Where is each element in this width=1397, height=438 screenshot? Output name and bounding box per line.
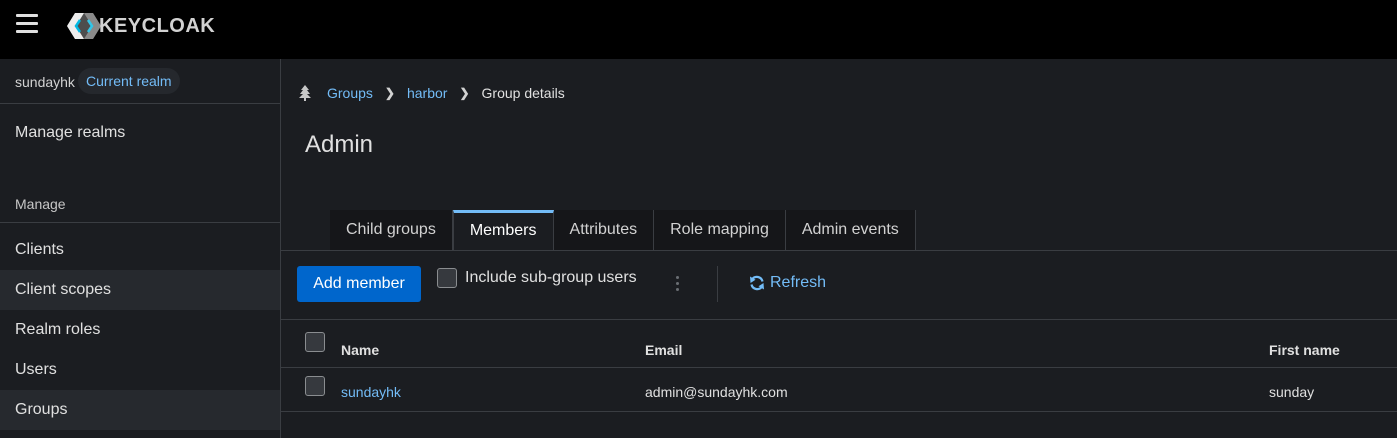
breadcrumb-link-groups[interactable]: Groups: [327, 85, 373, 101]
column-header-first-name[interactable]: First name: [1269, 342, 1340, 358]
realm-selector[interactable]: sundayhk Current realm: [0, 59, 280, 104]
sidebar-item-groups[interactable]: Groups: [0, 390, 280, 430]
sync-icon: [750, 275, 764, 291]
chevron-right-icon: ❯: [459, 86, 470, 100]
keycloak-logo[interactable]: KEYCLOAK: [66, 12, 215, 40]
member-first-name: sunday: [1269, 384, 1315, 400]
realm-name: sundayhk: [15, 74, 75, 90]
toolbar-divider: [717, 266, 718, 302]
select-all-checkbox[interactable]: [305, 332, 325, 352]
masthead: KEYCLOAK: [0, 0, 1397, 59]
logo-text: KEYCLOAK: [99, 14, 216, 37]
tab-admin-events[interactable]: Admin events: [785, 210, 916, 250]
refresh-button[interactable]: Refresh: [749, 274, 826, 292]
column-header-name[interactable]: Name: [341, 342, 379, 358]
page-title: Admin: [305, 131, 374, 158]
sidebar-item-realm-roles[interactable]: Realm roles: [0, 310, 280, 350]
tab-role-mapping[interactable]: Role mapping: [654, 210, 786, 250]
hamburger-icon[interactable]: [16, 14, 38, 33]
member-name-link[interactable]: sundayhk: [341, 384, 401, 400]
sidebar-section-manage: Manage: [15, 196, 66, 212]
sidebar-item-manage-realms[interactable]: Manage realms: [15, 124, 125, 142]
sidebar: sundayhk Current realm Manage realms Man…: [0, 59, 281, 438]
sidebar-item-users[interactable]: Users: [0, 350, 280, 390]
sidebar-divider: [0, 222, 280, 223]
chevron-right-icon: ❯: [384, 86, 395, 100]
refresh-label: Refresh: [770, 274, 827, 291]
sidebar-item-client-scopes[interactable]: Client scopes: [0, 270, 280, 310]
include-subgroup-label[interactable]: Include sub-group users: [465, 269, 637, 287]
kebab-icon[interactable]: [674, 276, 680, 294]
table-header: Name Email First name: [281, 320, 1397, 368]
row-checkbox[interactable]: [305, 376, 325, 396]
sidebar-item-clients[interactable]: Clients: [0, 230, 280, 270]
tab-members[interactable]: Members: [452, 210, 554, 250]
column-header-email[interactable]: Email: [645, 342, 682, 358]
tree-icon: [299, 85, 311, 101]
breadcrumb-link-harbor[interactable]: harbor: [407, 85, 447, 101]
table-row: sundayhk admin@sundayhk.com sunday: [281, 368, 1397, 412]
include-subgroup-checkbox[interactable]: [437, 268, 457, 288]
add-member-button[interactable]: Add member: [297, 266, 421, 302]
tab-attributes[interactable]: Attributes: [553, 210, 655, 250]
members-toolbar: Add member Include sub-group users Refre…: [281, 251, 1397, 320]
breadcrumb: Groups ❯ harbor ❯ Group details: [299, 83, 565, 103]
keycloak-logo-icon: [67, 13, 101, 39]
main-content: Groups ❯ harbor ❯ Group details Admin Ch…: [281, 59, 1397, 438]
current-realm-badge: Current realm: [78, 68, 180, 94]
tab-child-groups[interactable]: Child groups: [330, 210, 453, 250]
breadcrumb-current: Group details: [481, 85, 565, 101]
tabs: Child groups Members Attributes Role map…: [330, 210, 916, 250]
member-email: admin@sundayhk.com: [645, 384, 788, 400]
